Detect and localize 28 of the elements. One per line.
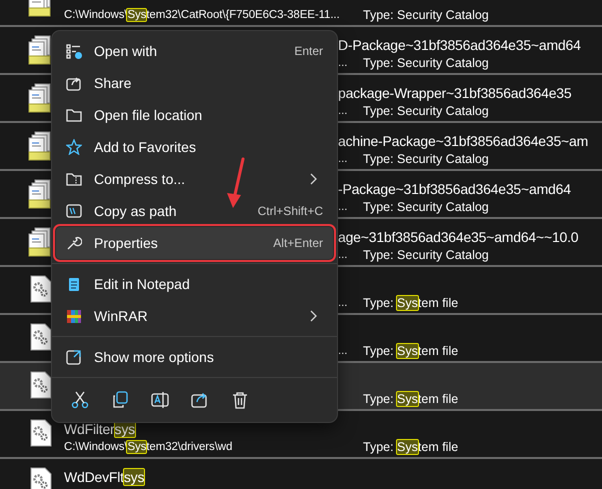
- file-path: C:\Windows\System32\CatRoot\{F750E6C3-38EE-11...: [64, 9, 340, 21]
- file-type: Type: Security Catalog: [363, 8, 489, 22]
- file-type: Type: Security Catalog: [363, 248, 489, 262]
- file-name: age~31bf3856ad364e35~amd64~~10.0: [338, 228, 578, 244]
- file-name: achine-Package~31bf3856ad364e35~am: [338, 132, 588, 148]
- file-name: -Package~31bf3856ad364e35~amd64: [338, 180, 571, 196]
- file-type: Type: Security Catalog: [363, 200, 489, 214]
- file-path: ...: [338, 105, 348, 117]
- file-type: Type: Security Catalog: [363, 56, 489, 70]
- file-type: Type: Security Catalog: [363, 152, 489, 166]
- file-path: ...: [338, 201, 348, 213]
- file-path: ...: [338, 153, 348, 165]
- file-name: package-Wrapper~31bf3856ad364e35: [338, 84, 572, 100]
- file-name: WdDevFltsys: [64, 468, 144, 484]
- file-type: Type: System file: [363, 392, 458, 406]
- file-type: Type: System file: [363, 296, 458, 310]
- shortcut-text: Alt+Enter: [273, 236, 323, 250]
- file-path: ...: [338, 249, 348, 261]
- file-path: C:\Windows\System32\drivers\wd: [64, 441, 232, 453]
- file-path: ...: [338, 345, 348, 357]
- file-path: ...: [338, 297, 348, 309]
- file-type: Type: System file: [363, 440, 458, 454]
- shortcut-text: Enter: [294, 44, 323, 58]
- file-path: ...: [338, 57, 348, 69]
- file-type: Type: Security Catalog: [363, 104, 489, 118]
- shortcut-text: Ctrl+Shift+C: [258, 204, 323, 218]
- file-type: Type: System file: [363, 344, 458, 358]
- file-name: D-Package~31bf3856ad364e35~amd64: [338, 36, 581, 52]
